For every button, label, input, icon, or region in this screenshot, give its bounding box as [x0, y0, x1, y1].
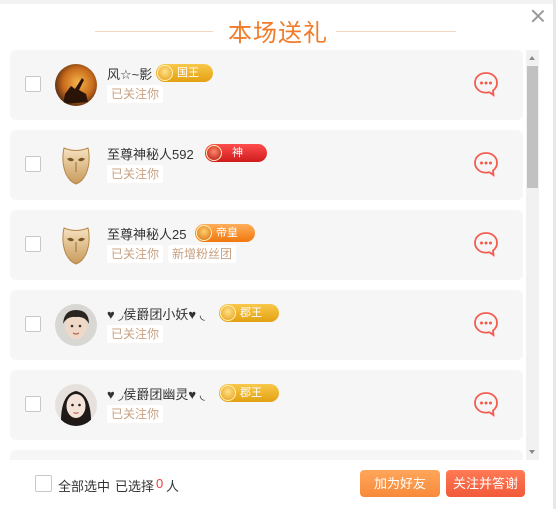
- follow-status-tag: 已关注你: [107, 165, 164, 183]
- row-checkbox[interactable]: [25, 76, 41, 92]
- dialog-header: 本场送礼: [0, 12, 556, 48]
- list-item: 至尊神秘人25 帝皇 已关注你 新增粉丝团: [10, 210, 523, 280]
- follow-status-tag: 已关注你: [107, 85, 164, 103]
- follow-status-tag: 已关注你: [107, 245, 164, 263]
- close-icon[interactable]: [530, 8, 546, 24]
- chat-bubble-icon[interactable]: [472, 310, 500, 338]
- medal-icon: [220, 385, 236, 401]
- new-fan-club-tag: 新增粉丝团: [168, 245, 237, 263]
- rank-badge: 帝皇: [195, 224, 255, 242]
- scrollbar[interactable]: [526, 50, 539, 460]
- rank-badge: 郡王: [219, 384, 279, 402]
- title-divider-right: [336, 31, 456, 32]
- list-item: ♥ ◞侯爵团幽灵♥ ◟ 郡王 已关注你: [10, 370, 523, 440]
- medal-icon: [157, 65, 173, 81]
- avatar[interactable]: [55, 144, 97, 186]
- badge-label: 帝皇: [216, 227, 238, 239]
- row-checkbox[interactable]: [25, 396, 41, 412]
- follow-status-tag: 已关注你: [107, 325, 164, 343]
- medal-icon: [206, 145, 222, 161]
- follow-and-thank-button[interactable]: 关注并答谢: [446, 470, 525, 497]
- badge-label: 国王: [177, 67, 199, 79]
- chevron-up-icon[interactable]: [529, 56, 535, 60]
- user-name: ♥ ◞侯爵团小妖♥ ◟: [107, 307, 205, 322]
- avatar[interactable]: [55, 304, 97, 346]
- avatar[interactable]: [55, 64, 97, 106]
- follow-status-tag: 已关注你: [107, 405, 164, 423]
- backdrop-edge-top: [0, 0, 556, 4]
- row-checkbox[interactable]: [25, 236, 41, 252]
- scrollbar-thumb[interactable]: [527, 66, 538, 188]
- list-item: 至尊神秘人592 神 已关注你: [10, 130, 523, 200]
- list-item: ♥ ◞侯爵团小妖♥ ◟ 郡王 已关注你: [10, 290, 523, 360]
- chat-bubble-icon[interactable]: [472, 390, 500, 418]
- list-item: [10, 450, 523, 460]
- rank-badge: 郡王: [219, 304, 279, 322]
- avatar[interactable]: [55, 384, 97, 426]
- selected-count-label: 已选择: [115, 479, 155, 494]
- user-name: 至尊神秘人592: [107, 147, 194, 162]
- add-friend-button[interactable]: 加为好友: [360, 470, 440, 497]
- select-all-label[interactable]: 全部选中: [58, 476, 110, 495]
- rank-badge: 国王: [156, 64, 213, 82]
- chevron-down-icon[interactable]: [529, 450, 535, 454]
- gift-sender-list[interactable]: 风☆~影 国王 已关注你 至尊神秘人592 神 已关注你 至尊神秘人25 帝皇 …: [10, 50, 523, 460]
- badge-label: 郡王: [240, 307, 262, 319]
- selected-count: 0: [156, 476, 164, 491]
- badge-label: 郡王: [240, 387, 262, 399]
- chat-bubble-icon[interactable]: [472, 70, 500, 98]
- chat-bubble-icon[interactable]: [472, 150, 500, 178]
- dialog-title: 本场送礼: [228, 20, 328, 47]
- medal-icon: [220, 305, 236, 321]
- row-checkbox[interactable]: [25, 316, 41, 332]
- medal-icon: [196, 225, 212, 241]
- rank-badge: 神: [205, 144, 267, 162]
- list-item: 风☆~影 国王 已关注你: [10, 50, 523, 120]
- user-name: 至尊神秘人25: [107, 227, 187, 242]
- selected-count-unit: 人: [166, 479, 180, 494]
- badge-label: 神: [232, 147, 243, 159]
- user-name: ♥ ◞侯爵团幽灵♥ ◟: [107, 387, 205, 402]
- chat-bubble-icon[interactable]: [472, 230, 500, 258]
- select-all-checkbox[interactable]: [35, 475, 52, 492]
- user-name: 风☆~影: [107, 67, 153, 82]
- dialog-footer: 全部选中 已选择 0 人 加为好友 关注并答谢: [0, 464, 556, 509]
- row-checkbox[interactable]: [25, 156, 41, 172]
- avatar[interactable]: [55, 224, 97, 266]
